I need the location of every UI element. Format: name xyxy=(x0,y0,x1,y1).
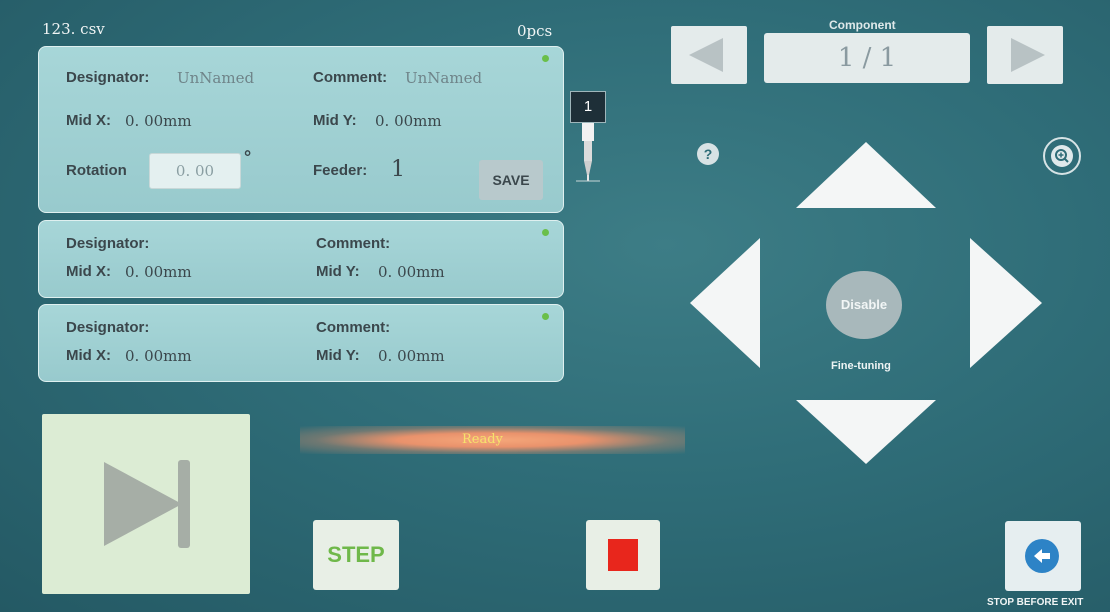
next-component-button[interactable] xyxy=(987,26,1063,84)
component-card-active[interactable]: Designator: UnNamed Comment: UnNamed Mid… xyxy=(38,46,564,213)
fine-tuning-label: Fine-tuning xyxy=(831,360,891,372)
next-arrow-icon xyxy=(1011,38,1045,72)
midx-value: 0. 00mm xyxy=(125,263,192,281)
status-dot xyxy=(542,313,549,320)
midx-label: Mid X: xyxy=(66,347,111,364)
midx-label: Mid X: xyxy=(66,263,111,280)
stop-button[interactable] xyxy=(586,520,660,590)
designator-label: Designator: xyxy=(66,69,150,86)
comment-value: UnNamed xyxy=(405,69,483,87)
status-dot xyxy=(542,55,549,62)
status-text: Ready xyxy=(462,432,503,447)
zoom-in-button[interactable] xyxy=(1043,137,1081,175)
arrow-left-icon[interactable] xyxy=(690,238,760,368)
exit-button[interactable] xyxy=(1005,521,1081,591)
play-skip-icon xyxy=(104,460,190,548)
file-name: 123. csv xyxy=(42,20,105,38)
midx-value: 0. 00mm xyxy=(125,112,192,130)
midy-label: Mid Y: xyxy=(316,347,360,364)
comment-label: Comment: xyxy=(313,69,388,86)
midx-label: Mid X: xyxy=(66,112,111,129)
nozzle-number: 1 xyxy=(570,91,606,123)
feeder-label: Feeder: xyxy=(313,162,368,179)
designator-label: Designator: xyxy=(66,319,150,336)
zoom-in-icon xyxy=(1051,145,1073,167)
nozzle-indicator: 1 xyxy=(570,91,606,183)
feeder-value[interactable]: 1 xyxy=(391,157,405,182)
rotation-label: Rotation xyxy=(66,162,127,179)
help-icon[interactable]: ? xyxy=(697,143,719,165)
designator-label: Designator: xyxy=(66,235,150,252)
arrow-up-icon[interactable] xyxy=(796,142,936,208)
arrow-right-icon[interactable] xyxy=(970,238,1042,368)
midy-label: Mid Y: xyxy=(313,112,357,129)
run-button[interactable] xyxy=(42,414,250,594)
back-arrow-icon xyxy=(1025,539,1059,573)
component-label: Component xyxy=(829,18,896,32)
component-index[interactable]: 1 / 1 xyxy=(764,33,970,83)
component-card[interactable]: Designator: Comment: Mid X: 0. 00mm Mid … xyxy=(38,304,564,382)
prev-arrow-icon xyxy=(689,38,723,72)
midy-value: 0. 00mm xyxy=(378,263,445,281)
midy-value: 0. 00mm xyxy=(378,347,445,365)
status-dot xyxy=(542,229,549,236)
step-button[interactable]: STEP xyxy=(313,520,399,590)
midx-value: 0. 00mm xyxy=(125,347,192,365)
rotation-input[interactable]: 0. 00 xyxy=(149,153,241,189)
arrow-down-icon[interactable] xyxy=(796,400,936,464)
comment-label: Comment: xyxy=(316,319,391,336)
nozzle-icon xyxy=(576,123,600,182)
disable-button[interactable]: Disable xyxy=(826,271,902,339)
prev-component-button[interactable] xyxy=(671,26,747,84)
designator-value: UnNamed xyxy=(177,69,255,87)
midy-value: 0. 00mm xyxy=(375,112,442,130)
degree-symbol: ° xyxy=(244,147,252,167)
save-button[interactable]: SAVE xyxy=(479,160,543,200)
comment-label: Comment: xyxy=(316,235,391,252)
placed-count: 0pcs xyxy=(517,22,553,40)
stop-icon xyxy=(608,539,638,571)
component-card[interactable]: Designator: Comment: Mid X: 0. 00mm Mid … xyxy=(38,220,564,298)
midy-label: Mid Y: xyxy=(316,263,360,280)
exit-label: STOP BEFORE EXIT xyxy=(987,597,1084,608)
